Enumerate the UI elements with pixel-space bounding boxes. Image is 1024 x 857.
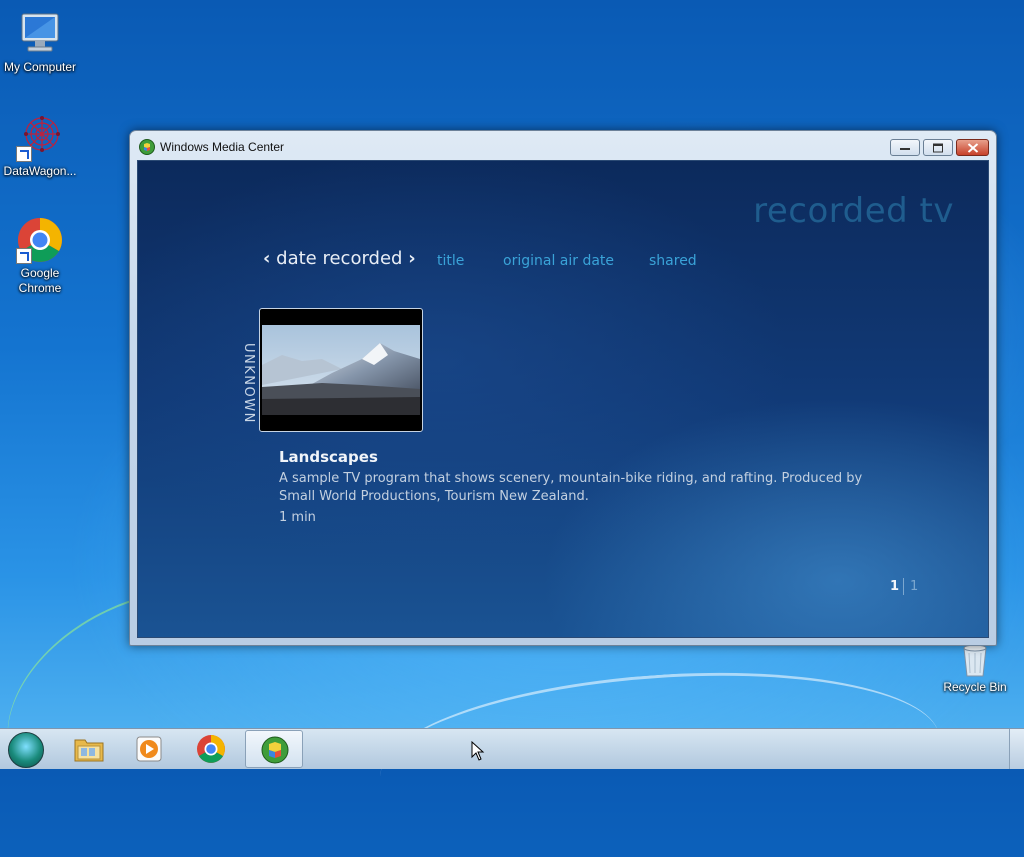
desktop-icon-label: DataWagon... — [3, 164, 77, 178]
desktop-icon-label: My Computer — [3, 60, 77, 74]
close-icon — [967, 143, 978, 152]
maximize-button[interactable] — [923, 139, 953, 156]
file-explorer-icon — [74, 739, 104, 762]
desktop-icon-my-computer[interactable]: My Computer — [0, 10, 80, 75]
desktop-icon-label: Recycle Bin — [943, 680, 1007, 694]
minimize-button[interactable] — [890, 139, 920, 156]
window-title: Windows Media Center — [160, 140, 285, 154]
desktop-icon-label-line2: Chrome — [18, 281, 62, 295]
page-divider — [903, 578, 905, 595]
taskbar — [0, 728, 1024, 769]
media-center-logo-icon — [139, 139, 155, 155]
page-total: 1 — [910, 579, 919, 594]
media-center-window[interactable]: Windows Media Center recorded tv ‹ date … — [129, 130, 997, 646]
sort-option-active[interactable]: ‹ date recorded › — [263, 248, 416, 269]
taskbar-media-player[interactable] — [120, 730, 178, 768]
media-player-icon — [136, 736, 162, 762]
show-desktop-button[interactable] — [1009, 729, 1024, 769]
media-center-icon — [261, 736, 289, 764]
maximize-icon — [933, 143, 943, 152]
datawagon-icon — [16, 114, 64, 162]
group-label: UNKNOWN — [241, 343, 256, 424]
recycle-bin-icon — [951, 644, 999, 678]
taskbar-file-explorer[interactable] — [60, 730, 118, 768]
sort-active-label: date recorded — [276, 248, 403, 269]
sort-option-title[interactable]: title — [437, 253, 464, 269]
desktop-icon-google-chrome[interactable]: Google Chrome — [0, 216, 80, 296]
sort-option-shared[interactable]: shared — [649, 253, 697, 269]
mouse-cursor-icon — [471, 741, 485, 761]
recording-title[interactable]: Landscapes — [279, 448, 378, 466]
recording-description: A sample TV program that shows scenery, … — [279, 471, 863, 504]
page-indicator: 11 — [890, 578, 918, 595]
chrome-icon — [197, 735, 225, 763]
mountain-landscape-image — [262, 325, 420, 415]
chevron-right-icon[interactable]: › — [408, 248, 415, 269]
minimize-icon — [900, 147, 910, 150]
desktop-icon-datawagon[interactable]: DataWagon... — [0, 114, 80, 179]
shortcut-arrow-icon — [16, 248, 32, 264]
start-orb-icon[interactable] — [8, 732, 44, 768]
page-current: 1 — [890, 579, 900, 594]
computer-icon — [16, 10, 64, 58]
taskbar-chrome[interactable] — [182, 730, 240, 768]
taskbar-media-center[interactable] — [245, 730, 303, 768]
sort-option-original-air-date[interactable]: original air date — [503, 253, 614, 269]
chevron-left-icon[interactable]: ‹ — [263, 248, 270, 269]
section-title: recorded tv — [753, 191, 954, 231]
recording-thumbnail[interactable] — [259, 308, 423, 432]
window-titlebar[interactable]: Windows Media Center — [130, 131, 996, 161]
recorded-tv-view: recorded tv ‹ date recorded › title orig… — [137, 160, 989, 638]
recording-duration: 1 min — [279, 510, 316, 525]
shortcut-arrow-icon — [16, 146, 32, 162]
close-button[interactable] — [956, 139, 989, 156]
desktop-icon-label-line1: Google — [20, 266, 60, 280]
desktop-icon-recycle-bin[interactable]: Recycle Bin — [935, 644, 1015, 695]
chrome-icon — [16, 216, 64, 264]
